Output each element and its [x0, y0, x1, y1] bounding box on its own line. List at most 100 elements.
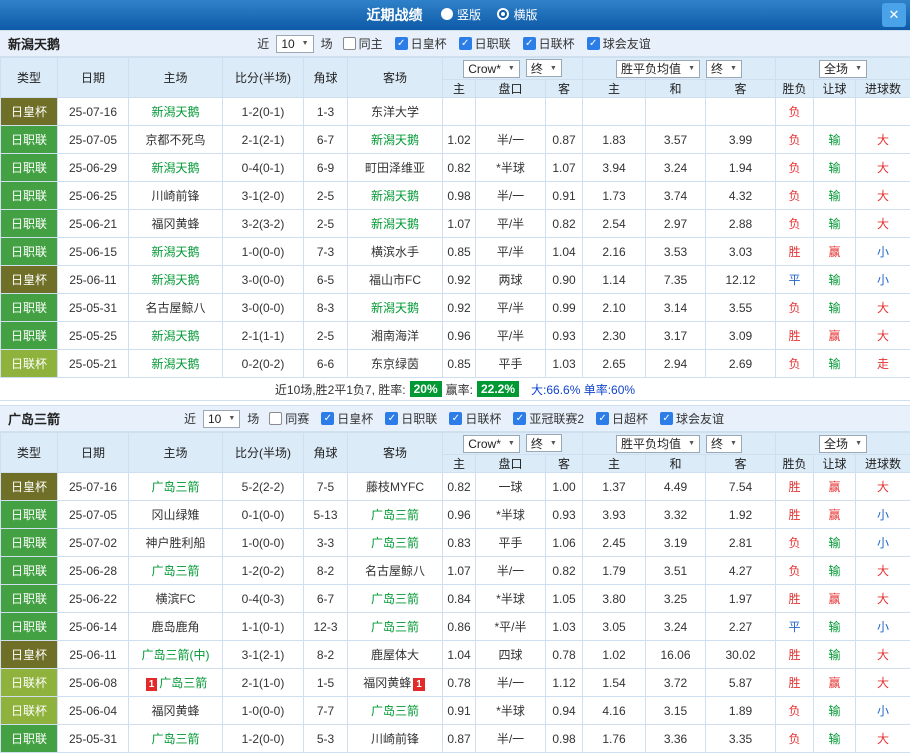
filter-checkbox-item[interactable]: 亚冠联赛2 [513, 410, 584, 427]
match-count-select[interactable]: 10 ▼ [276, 34, 314, 53]
score: 2-1(2-1) [222, 125, 304, 154]
odds-away: 0.82 [545, 556, 583, 585]
match-count-select-value: 10 [207, 411, 222, 426]
avg-odds-select[interactable]: 胜平负均值 ▼ [616, 59, 700, 78]
titlebar: 近期战绩 竖版 横版 ✕ [0, 0, 910, 30]
layout-option-vertical[interactable]: 竖版 [440, 6, 481, 23]
result-handicap: 输 [813, 349, 857, 378]
odds-handicap: 平/半 [475, 237, 546, 266]
checked-checkbox-icon[interactable] [522, 37, 536, 50]
corners: 6-5 [303, 265, 348, 294]
score: 3-1(2-0) [222, 181, 304, 210]
result-overunder: 小 [855, 612, 910, 641]
filter-checkbox-item[interactable]: 日职联 [385, 410, 437, 427]
avg-final-select[interactable]: 终 ▼ [706, 59, 742, 78]
avg-away-odds: 3.99 [704, 125, 777, 154]
result-handicap [813, 97, 857, 126]
filter-checkbox-item[interactable]: 同主 [342, 35, 383, 52]
avg-away-odds: 1.89 [704, 696, 777, 725]
filter-checkbox-item[interactable]: 日职联 [458, 35, 511, 52]
avg-draw-odds: 3.24 [645, 612, 706, 641]
radio-unselected-icon[interactable] [440, 8, 453, 20]
filter-checkbox-item[interactable]: 球会友谊 [586, 35, 651, 52]
avg-draw-odds: 2.94 [645, 349, 706, 378]
close-button[interactable]: ✕ [882, 3, 906, 27]
checked-checkbox-icon[interactable] [385, 412, 399, 425]
odds-company-select[interactable]: Crow* ▼ [463, 59, 520, 78]
radio-selected-icon[interactable] [497, 8, 510, 20]
filter-checkbox-item[interactable]: 日联杯 [522, 35, 575, 52]
avg-final-select[interactable]: 终 ▼ [706, 434, 742, 453]
result-winloss: 负 [775, 209, 815, 238]
result-overunder: 大 [855, 724, 910, 753]
unchecked-checkbox-icon[interactable] [342, 37, 356, 50]
corners: 2-5 [303, 181, 348, 210]
result-handicap: 赢 [813, 584, 857, 613]
odds-company-select[interactable]: Crow* ▼ [463, 434, 520, 453]
odds-handicap: *半球 [475, 500, 546, 529]
odds-away: 0.98 [545, 724, 583, 753]
score: 1-0(0-0) [222, 696, 304, 725]
away-team-cell: 新潟天鹅 [347, 209, 443, 238]
scope-select[interactable]: 全场 ▼ [819, 59, 867, 78]
match-row: 日职联 25-06-25 川崎前锋 3-1(2-0) 2-5 新潟天鹅 0.98 半/一 0.9… [0, 181, 910, 210]
score: 3-2(3-2) [222, 209, 304, 238]
checked-checkbox-icon[interactable] [660, 412, 674, 425]
section-header-bar: 新潟天鹅 近 10 ▼ 场 同主 日皇杯 日职联 日联杯 球会友谊 [0, 30, 910, 57]
chevron-down-icon: ▼ [549, 64, 557, 72]
result-overunder: 小 [855, 528, 910, 557]
avg-home-odds: 2.16 [582, 237, 646, 266]
away-team-cell: 广岛三箭 [347, 612, 443, 641]
section-header-bar: 广岛三箭 近 10 ▼ 场 同赛 日皇杯 日职联 日联杯 亚冠联赛2 日超杯 球会友谊 [0, 405, 910, 432]
handicap-rate-badge: 22.2% [477, 381, 520, 397]
corners: 6-7 [303, 125, 348, 154]
score: 0-2(0-2) [222, 349, 304, 378]
match-count-select[interactable]: 10 ▼ [202, 409, 241, 428]
odds-away: 0.87 [545, 125, 583, 154]
checked-checkbox-icon[interactable] [449, 412, 463, 425]
checked-checkbox-icon[interactable] [513, 412, 527, 425]
scope-select[interactable]: 全场 ▼ [819, 434, 867, 453]
odds-handicap: 半/一 [475, 668, 546, 697]
match-row: 日皇杯 25-06-11 新潟天鹅 3-0(0-0) 6-5 福山市FC 0.92 两球 0.9… [0, 265, 910, 294]
avg-odds-select[interactable]: 胜平负均值 ▼ [616, 434, 700, 453]
avg-away-odds: 3.03 [704, 237, 777, 266]
sub-column-header: 让球 [813, 79, 857, 98]
odds-final-select[interactable]: 终 ▼ [525, 59, 562, 78]
odds-final-select-value: 终 [530, 61, 543, 76]
away-team-cell: 名古屋鲸八 [347, 556, 443, 585]
chevron-down-icon: ▼ [549, 439, 557, 447]
filter-checkbox-item[interactable]: 日皇杯 [321, 410, 373, 427]
checked-checkbox-icon[interactable] [458, 37, 472, 50]
match-row: 日职联 25-06-22 横滨FC 0-4(0-3) 6-7 广岛三箭 0.84 *半球 1.0… [0, 584, 910, 613]
home-team-name: 新潟天鹅 [151, 161, 200, 175]
odds-final-select[interactable]: 终 ▼ [525, 434, 562, 453]
result-handicap: 赢 [813, 237, 857, 266]
checked-checkbox-icon[interactable] [586, 37, 600, 50]
checked-checkbox-icon[interactable] [394, 37, 408, 50]
filter-checkbox-item[interactable]: 日皇杯 [394, 35, 447, 52]
layout-option-horizontal[interactable]: 横版 [497, 6, 537, 23]
filter-checkbox-item[interactable]: 球会友谊 [660, 410, 724, 427]
avg-away-odds: 4.32 [704, 181, 777, 210]
filter-checkbox-item[interactable]: 日超杯 [596, 410, 648, 427]
avg-draw-odds: 2.97 [645, 209, 706, 238]
competition-type: 日皇杯 [0, 97, 58, 126]
games-label: 场 [247, 412, 260, 426]
filter-checkbox-item[interactable]: 日联杯 [449, 410, 501, 427]
team-sections-container: 新潟天鹅近10▼场同主日皇杯日职联日联杯球会友谊类型日期主场比分(半场)角球客场… [0, 30, 910, 753]
competition-type: 日职联 [0, 612, 58, 641]
competition-type: 日联杯 [0, 668, 58, 697]
checked-checkbox-icon[interactable] [596, 412, 610, 425]
unchecked-checkbox-icon[interactable] [269, 412, 283, 425]
avg-home-odds: 2.54 [582, 209, 646, 238]
competition-type: 日职联 [0, 321, 58, 350]
away-team-cell: 横滨水手 [347, 237, 443, 266]
checked-checkbox-icon[interactable] [321, 412, 335, 425]
sub-column-header: 让球 [813, 454, 857, 473]
result-handicap: 赢 [813, 321, 857, 350]
filter-checkbox-item[interactable]: 同赛 [269, 410, 309, 427]
avg-away-odds: 5.87 [704, 668, 777, 697]
horizontal-layout-label: 横版 [513, 7, 538, 22]
home-team-name: 广岛三箭 [159, 676, 208, 690]
